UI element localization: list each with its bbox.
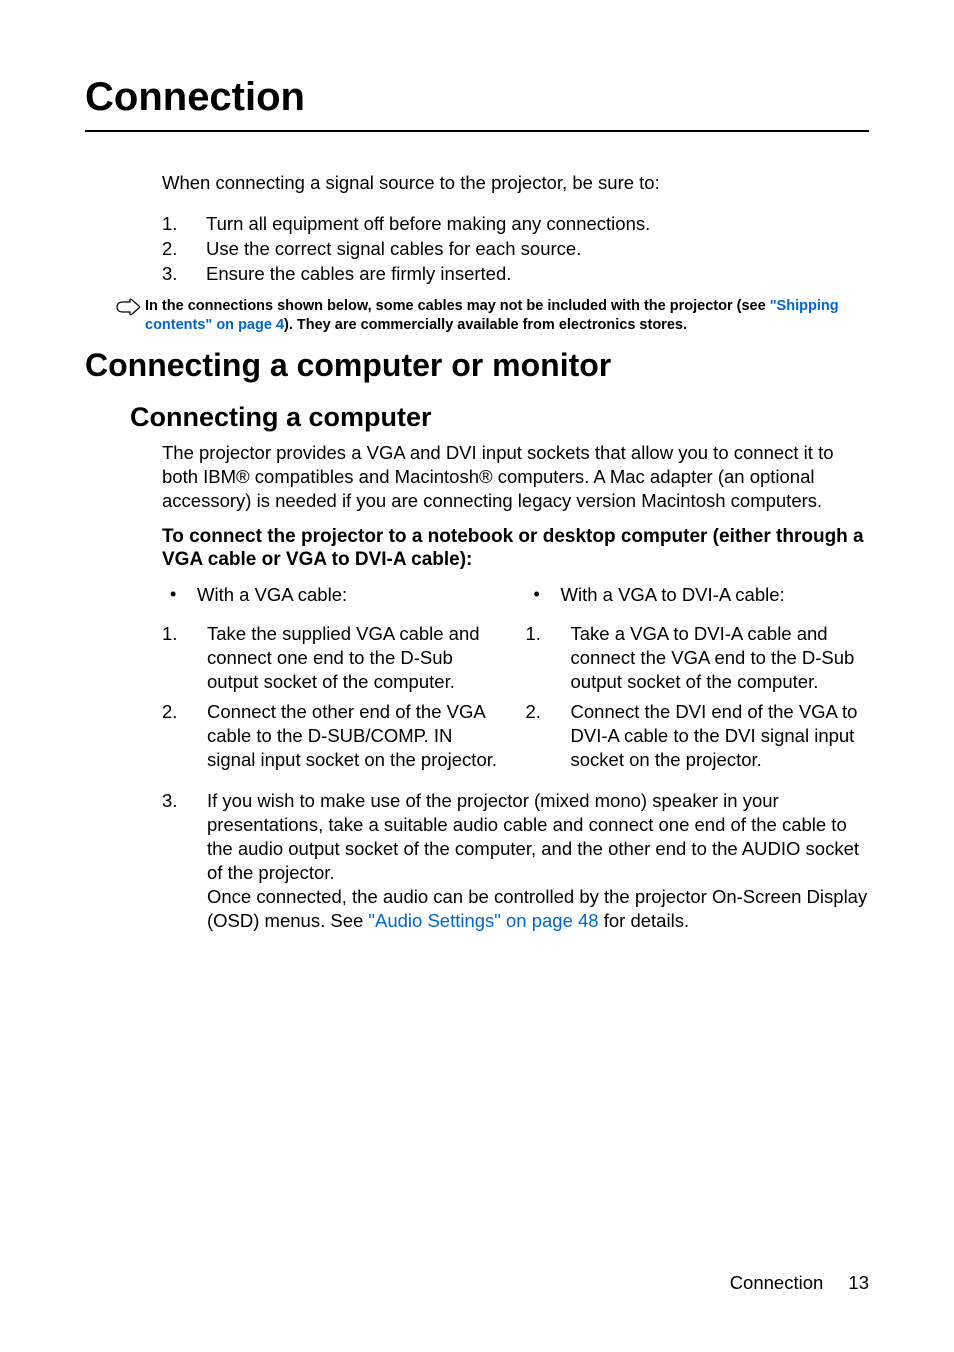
hand-pointing-icon — [115, 298, 141, 316]
list-number: 1. — [162, 212, 206, 237]
page-number: 13 — [848, 1272, 869, 1293]
bullet-text: With a VGA cable: — [197, 584, 347, 606]
list-item: 1. Turn all equipment off before making … — [162, 212, 869, 237]
procedure-heading: To connect the projector to a notebook o… — [162, 525, 869, 573]
bullet-item: • With a VGA to DVI-A cable: — [526, 584, 870, 606]
section-heading: Connecting a computer or monitor — [85, 347, 869, 384]
list-text: Take the supplied VGA cable and connect … — [207, 622, 506, 694]
note-prefix: In the connections shown below, some cab… — [145, 298, 770, 314]
bullet-icon: • — [526, 584, 561, 606]
step-3-block: 3. If you wish to make use of the projec… — [162, 789, 869, 933]
list-item: 2. Use the correct signal cables for eac… — [162, 237, 869, 262]
subsection-heading: Connecting a computer — [130, 402, 869, 433]
list-number: 2. — [162, 700, 207, 724]
bullet-text: With a VGA to DVI-A cable: — [561, 584, 785, 606]
body-paragraph: The projector provides a VGA and DVI inp… — [162, 441, 869, 513]
list-number: 3. — [162, 789, 207, 813]
footer-section-label: Connection — [730, 1272, 824, 1293]
intro-text: When connecting a signal source to the p… — [162, 172, 869, 194]
list-text: Connect the other end of the VGA cable t… — [207, 700, 506, 772]
step-3-para2: Once connected, the audio can be control… — [207, 885, 869, 933]
list-item: 2. Connect the DVI end of the VGA to DVI… — [526, 700, 870, 772]
list-text: Take a VGA to DVI-A cable and connect th… — [571, 622, 870, 694]
right-column: • With a VGA to DVI-A cable: 1. Take a V… — [526, 584, 870, 778]
page-title: Connection — [85, 75, 869, 132]
left-column: • With a VGA cable: 1. Take the supplied… — [162, 584, 506, 778]
step-3-para1: If you wish to make use of the projector… — [207, 789, 869, 885]
note-block: In the connections shown below, some cab… — [115, 297, 869, 335]
page-footer: Connection 13 — [730, 1272, 869, 1294]
list-number: 2. — [162, 237, 206, 262]
note-text: In the connections shown below, some cab… — [145, 297, 869, 335]
bullet-item: • With a VGA cable: — [162, 584, 506, 606]
list-number: 1. — [162, 622, 207, 646]
audio-settings-link[interactable]: "Audio Settings" on page 48 — [368, 910, 598, 931]
list-item: 1. Take the supplied VGA cable and conne… — [162, 622, 506, 694]
list-text: Connect the DVI end of the VGA to DVI-A … — [571, 700, 870, 772]
list-item: 3. Ensure the cables are firmly inserted… — [162, 262, 869, 287]
list-item: 1. Take a VGA to DVI-A cable and connect… — [526, 622, 870, 694]
intro-list: 1. Turn all equipment off before making … — [162, 212, 869, 287]
bullet-icon: • — [162, 584, 197, 606]
list-text: Use the correct signal cables for each s… — [206, 237, 581, 262]
para2-suffix: for details. — [599, 910, 690, 931]
note-suffix: ). They are commercially available from … — [284, 317, 687, 333]
list-number: 3. — [162, 262, 206, 287]
list-item: 2. Connect the other end of the VGA cabl… — [162, 700, 506, 772]
list-text: Turn all equipment off before making any… — [206, 212, 650, 237]
list-number: 2. — [526, 700, 571, 724]
list-text: Ensure the cables are firmly inserted. — [206, 262, 511, 287]
list-number: 1. — [526, 622, 571, 646]
